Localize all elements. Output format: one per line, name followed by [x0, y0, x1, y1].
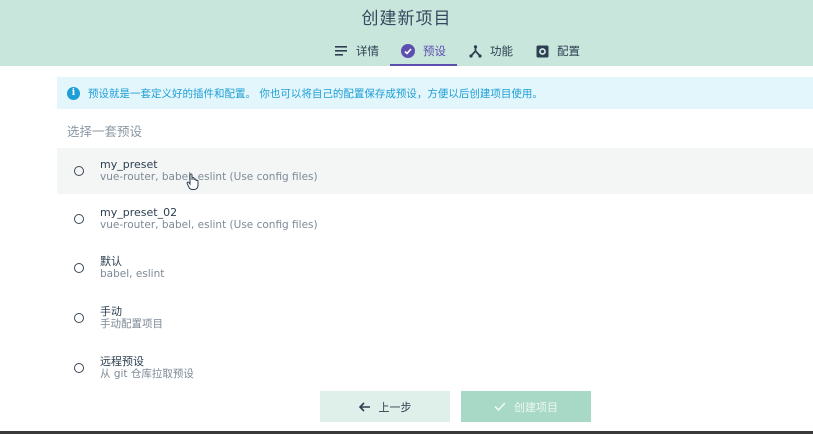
tab-presets[interactable]: 预设: [390, 38, 457, 66]
page-title: 创建新项目: [361, 9, 452, 29]
info-icon: i: [67, 86, 80, 100]
preset-name: 默认: [100, 255, 122, 268]
create-project-button-label: 创建项目: [514, 400, 558, 414]
tab-features[interactable]: 功能: [457, 38, 524, 64]
tab-config-label: 配置: [557, 44, 580, 58]
preset-description: vue-router, babel, eslint (Use config fi…: [100, 219, 318, 231]
preset-name: my_preset_02: [100, 206, 178, 219]
tab-bar: 详情 预设 功能 配置: [323, 38, 591, 66]
preset-option[interactable]: 手动 手动配置项目: [57, 295, 813, 341]
section-title: 选择一套预设: [67, 124, 143, 139]
radio-button[interactable]: [74, 363, 84, 373]
preset-name: 远程预设: [100, 355, 144, 368]
hand-cursor-icon: [186, 173, 199, 190]
preset-option[interactable]: my_preset_02 vue-router, babel, eslint (…: [57, 196, 813, 242]
preset-name: 手动: [100, 305, 122, 318]
header: 创建新项目 详情 预设 功能 配置: [0, 0, 813, 66]
previous-button[interactable]: 上一步: [320, 391, 450, 422]
radio-button[interactable]: [74, 214, 84, 224]
preset-description: 从 git 仓库拉取预设: [100, 368, 194, 380]
create-project-button[interactable]: 创建项目: [461, 391, 591, 422]
check-icon: [494, 402, 506, 411]
tab-config[interactable]: 配置: [524, 38, 591, 64]
previous-button-label: 上一步: [378, 400, 412, 414]
tab-features-label: 功能: [490, 44, 513, 58]
preset-name: my_preset: [100, 158, 158, 171]
list-icon: [334, 44, 348, 58]
tab-details[interactable]: 详情: [323, 38, 390, 64]
info-text: 预设就是一套定义好的插件和配置。 你也可以将自己的配置保存成预设，方便以后创建项…: [88, 87, 543, 100]
info-banner: i 预设就是一套定义好的插件和配置。 你也可以将自己的配置保存成预设，方便以后创…: [57, 77, 813, 109]
preset-description: 手动配置项目: [100, 318, 163, 330]
radio-button[interactable]: [74, 313, 84, 323]
tab-presets-label: 预设: [423, 44, 446, 58]
radio-button[interactable]: [74, 263, 84, 273]
preset-option[interactable]: 远程预设 从 git 仓库拉取预设: [57, 345, 813, 391]
preset-description: babel, eslint: [100, 268, 165, 280]
check-circle-icon: [401, 44, 415, 58]
preset-option[interactable]: my_preset vue-router, babel, eslint (Use…: [57, 148, 813, 194]
preset-description: vue-router, babel, eslint (Use config fi…: [100, 171, 318, 183]
radio-button[interactable]: [74, 166, 84, 176]
fork-icon: [468, 44, 482, 58]
arrow-left-icon: [358, 401, 371, 412]
preset-option[interactable]: 默认 babel, eslint: [57, 245, 813, 291]
gear-icon: [535, 44, 549, 58]
tab-details-label: 详情: [356, 44, 379, 58]
